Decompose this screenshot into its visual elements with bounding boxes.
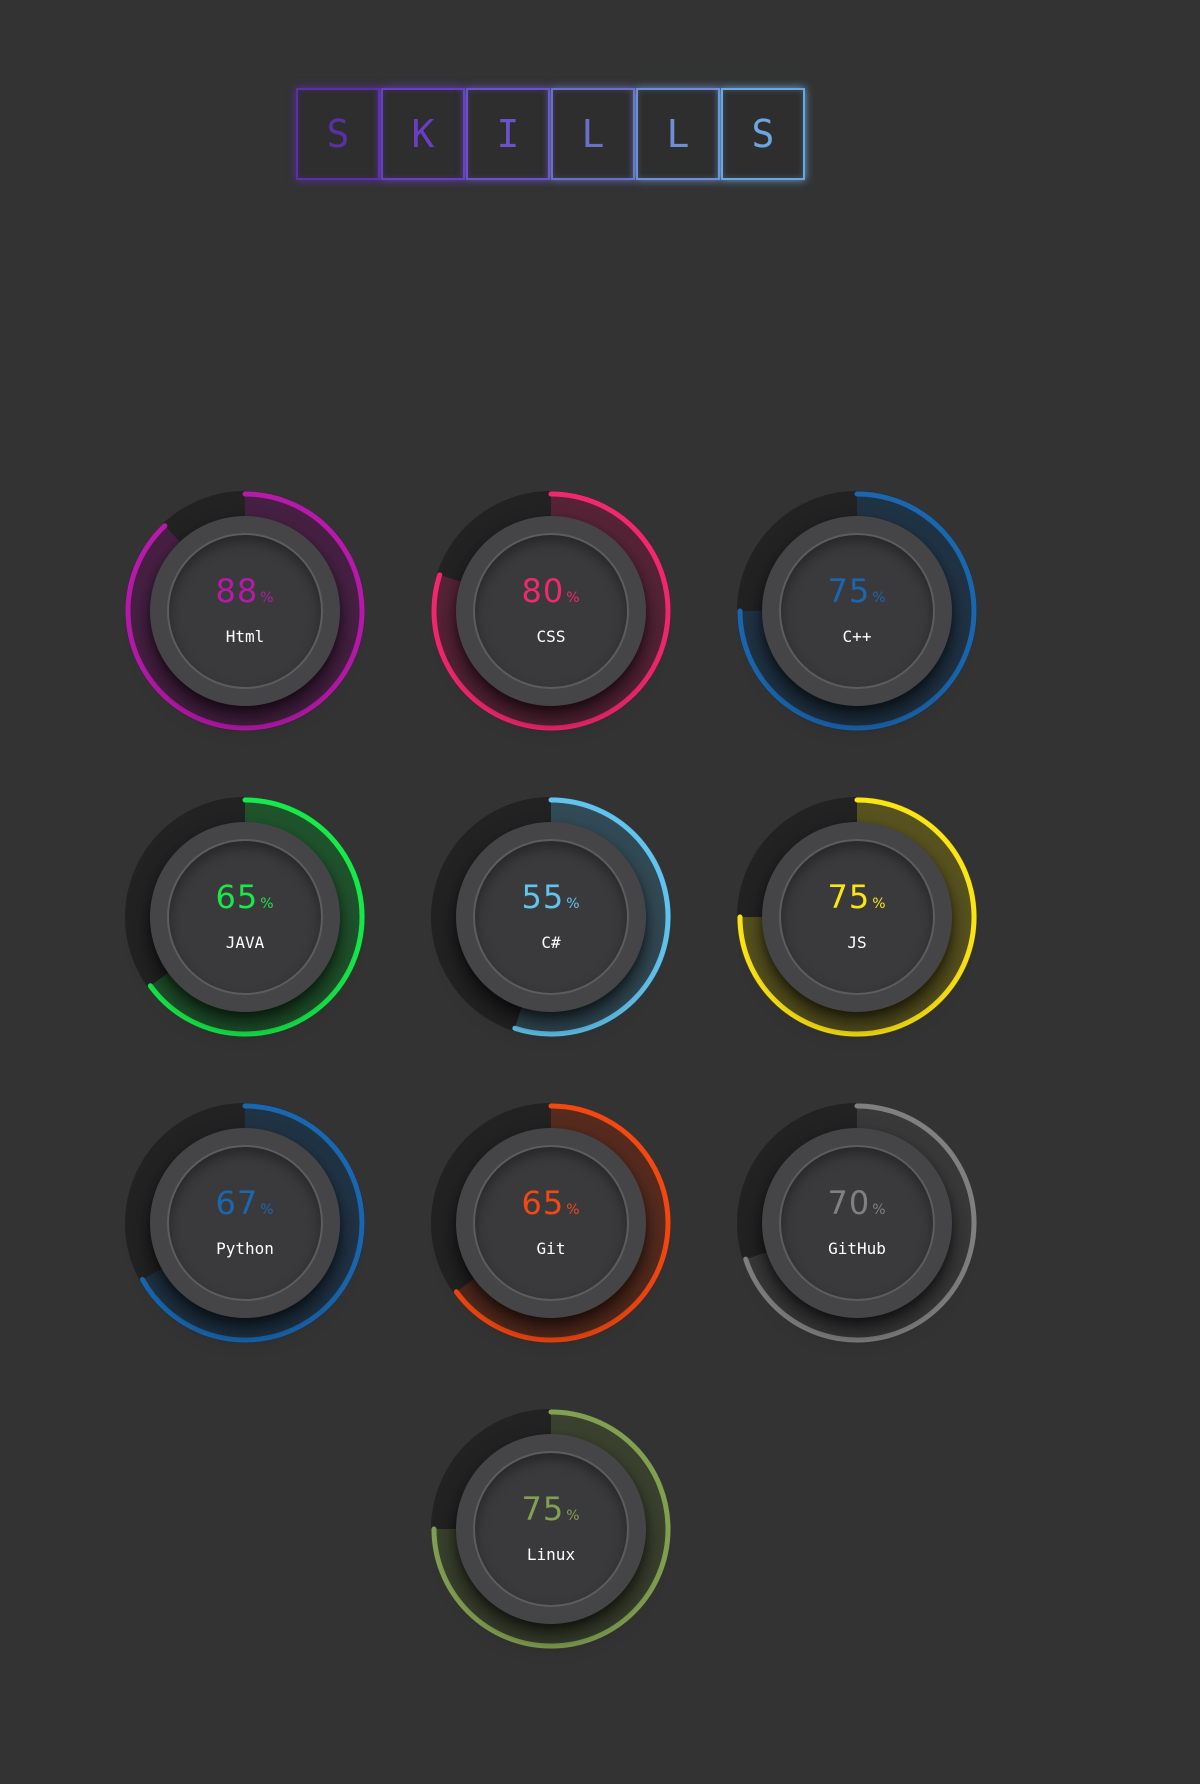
skill-dial: 75% Linux bbox=[456, 1434, 646, 1624]
skills-page: S K I L L S 88% Html 80% CSS 75 % C++ 65… bbox=[0, 0, 1200, 1784]
skill-label: C++ bbox=[842, 627, 872, 646]
skill-percent: 80% bbox=[521, 572, 581, 610]
skill-dial: 88% Html bbox=[150, 516, 340, 706]
skill-percent: 65% bbox=[521, 1184, 581, 1222]
skill-html: 88% Html bbox=[120, 486, 370, 736]
skill-label: C# bbox=[541, 933, 561, 952]
skill-cpp: 75% C++ bbox=[732, 486, 982, 736]
skill-percent: 65% bbox=[215, 878, 275, 916]
skill-github: 70% GitHub bbox=[732, 1098, 982, 1348]
skill-dial: 75% JS bbox=[762, 822, 952, 1012]
skill-dial: 65% Git bbox=[456, 1128, 646, 1318]
skill-label: GitHub bbox=[828, 1239, 886, 1258]
skill-dial: 70% GitHub bbox=[762, 1128, 952, 1318]
skill-java: 65% JAVA bbox=[120, 792, 370, 1042]
skill-python: 67% Python bbox=[120, 1098, 370, 1348]
skill-linux: 75% Linux bbox=[426, 1404, 676, 1654]
skill-percent: 55% bbox=[521, 878, 581, 916]
skill-dial: 55% C# bbox=[456, 822, 646, 1012]
skill-label: Html bbox=[225, 627, 265, 646]
skill-dial: 75% C++ bbox=[762, 516, 952, 706]
skills-grid: 88% Html 80% CSS 75% C++ 65 % JAVA 55 % … bbox=[0, 0, 1200, 1784]
skill-dial: 80% CSS bbox=[456, 516, 646, 706]
skill-dial: 65% JAVA bbox=[150, 822, 340, 1012]
skill-dial: 67% Python bbox=[150, 1128, 340, 1318]
skill-percent: 70% bbox=[827, 1184, 887, 1222]
skill-percent: 75% bbox=[521, 1490, 581, 1528]
skill-label: JAVA bbox=[225, 933, 265, 952]
skill-percent: 75% bbox=[827, 572, 887, 610]
skill-csharp: 55% C# bbox=[426, 792, 676, 1042]
skill-label: Python bbox=[216, 1239, 274, 1258]
skill-percent: 88% bbox=[215, 572, 275, 610]
skill-js: 75% JS bbox=[732, 792, 982, 1042]
skill-css: 80% CSS bbox=[426, 486, 676, 736]
skill-label: Linux bbox=[526, 1545, 576, 1564]
skill-label: Git bbox=[536, 1239, 566, 1258]
skill-label: JS bbox=[847, 933, 867, 952]
skill-label: CSS bbox=[536, 627, 566, 646]
skill-percent: 67% bbox=[215, 1184, 275, 1222]
skill-git: 65% Git bbox=[426, 1098, 676, 1348]
skill-percent: 75% bbox=[827, 878, 887, 916]
